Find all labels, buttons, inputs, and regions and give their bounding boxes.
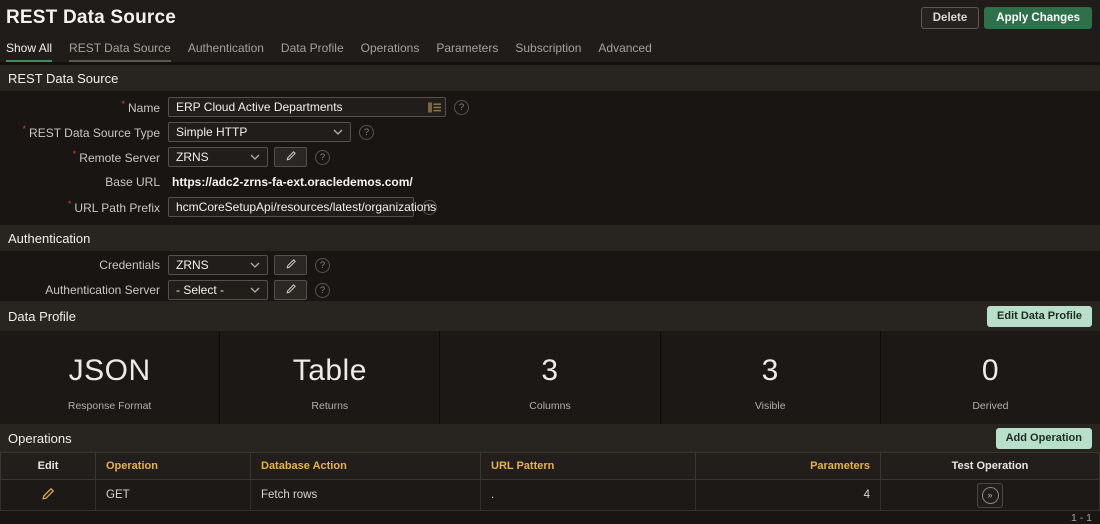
required-asterisk: *	[72, 149, 77, 159]
edit-auth-server-button[interactable]	[274, 280, 307, 300]
credentials-select[interactable]: ZRNS	[168, 255, 268, 275]
rest-section-title: REST Data Source	[8, 70, 119, 86]
parameters-cell: 4	[695, 479, 881, 511]
url-path-prefix-label: * URL Path Prefix	[67, 199, 160, 215]
required-asterisk: *	[121, 99, 125, 109]
help-icon[interactable]: ?	[315, 282, 330, 298]
credentials-label: Credentials	[99, 258, 160, 272]
chevron-down-icon	[250, 262, 260, 268]
source-type-field-row: * REST Data Source Type Simple HTTP ?	[0, 122, 1100, 142]
url-pattern-cell: .	[480, 479, 696, 511]
credentials-row: Credentials ZRNS ?	[0, 255, 1100, 275]
test-operation-button[interactable]: »	[977, 482, 1003, 508]
help-icon[interactable]: ?	[359, 124, 374, 140]
stat-response-format: JSON Response Format	[0, 331, 221, 424]
tab-advanced[interactable]: Advanced	[598, 41, 651, 62]
stat-returns: Table Returns	[220, 331, 441, 424]
col-header-database-action[interactable]: Database Action	[250, 452, 481, 480]
url-path-prefix-row: * URL Path Prefix hcmCoreSetupApi/resourc…	[0, 197, 1100, 217]
pagination-text: 1 - 1	[1070, 512, 1092, 524]
remote-server-field-row: * Remote Server ZRNS ?	[0, 147, 1100, 167]
quick-pick-list-icon	[428, 102, 441, 113]
col-header-parameters[interactable]: Parameters	[695, 452, 881, 480]
authentication-form: Credentials ZRNS ? Authentication Server…	[0, 251, 1100, 301]
edit-data-profile-button[interactable]: Edit Data Profile	[987, 305, 1092, 327]
edit-operation-pencil-icon[interactable]	[41, 487, 55, 501]
col-header-edit[interactable]: Edit	[0, 452, 96, 480]
tab-data-profile[interactable]: Data Profile	[281, 41, 344, 62]
source-type-select[interactable]: Simple HTTP	[168, 122, 351, 142]
remote-server-field-label: * Remote Server	[72, 149, 160, 165]
data-profile-section-title: Data Profile	[8, 308, 76, 324]
operations-table-footer: 1 - 1	[0, 511, 1100, 524]
operation-cell: GET	[95, 479, 251, 511]
name-input[interactable]: ERP Cloud Active Departments	[168, 97, 446, 117]
rest-section-form: * Name ERP Cloud Active Departments ? * RE…	[0, 91, 1100, 225]
run-icon: »	[981, 486, 999, 504]
section-tab-bar: Show All REST Data Source Authentication…	[0, 36, 1100, 62]
database-action-cell: Fetch rows	[250, 479, 481, 511]
top-bar-actions: Delete Apply Changes	[920, 7, 1094, 29]
edit-remote-server-button[interactable]	[274, 147, 307, 167]
help-icon[interactable]: ?	[315, 149, 330, 165]
help-icon[interactable]: ?	[315, 257, 330, 273]
auth-server-label: Authentication Server	[45, 283, 160, 297]
help-icon[interactable]: ?	[454, 99, 469, 115]
base-url-row: Base URL https://adc2-zrns-fa-ext.oracle…	[0, 172, 1100, 192]
tab-parameters[interactable]: Parameters	[436, 41, 498, 62]
required-asterisk: *	[22, 124, 27, 134]
auth-server-row: Authentication Server - Select - ?	[0, 280, 1100, 300]
rest-data-source-page: REST Data Source Delete Apply Changes Sh…	[0, 0, 1100, 524]
add-operation-button[interactable]: Add Operation	[995, 427, 1092, 449]
pencil-icon	[285, 283, 297, 298]
url-path-prefix-input[interactable]: hcmCoreSetupApi/resources/latest/organiz…	[168, 197, 436, 217]
operation-row: GET Fetch rows . 4 »	[0, 479, 1100, 511]
col-header-url-pattern[interactable]: URL Pattern	[480, 452, 696, 480]
delete-button[interactable]: Delete	[920, 7, 980, 29]
tab-show-all[interactable]: Show All	[6, 41, 53, 62]
pencil-icon	[285, 150, 297, 165]
tab-subscription[interactable]: Subscription	[515, 41, 581, 62]
tab-rest-data-source[interactable]: REST Data Source	[69, 41, 171, 62]
base-url-value: https://adc2-zrns-fa-ext.oracledemos.com…	[172, 175, 413, 189]
operations-table: Edit Operation Database Action URL Patte…	[0, 452, 1100, 511]
tab-operations[interactable]: Operations	[361, 41, 420, 62]
col-header-test-operation[interactable]: Test Operation	[880, 452, 1100, 480]
data-profile-stats: JSON Response Format Table Returns 3 Col…	[0, 331, 1100, 424]
base-url-label: Base URL	[105, 175, 160, 189]
apply-changes-button[interactable]: Apply Changes	[984, 7, 1092, 29]
name-field-row: * Name ERP Cloud Active Departments ?	[0, 97, 1100, 117]
tab-authentication[interactable]: Authentication	[188, 41, 264, 62]
authentication-section-header: Authentication	[0, 225, 1100, 251]
top-bar: REST Data Source Delete Apply Changes	[0, 0, 1100, 36]
col-header-operation[interactable]: Operation	[95, 452, 251, 480]
auth-server-select[interactable]: - Select -	[168, 280, 268, 300]
edit-credentials-button[interactable]	[274, 255, 307, 275]
stat-columns: 3 Columns	[440, 331, 661, 424]
chevron-down-icon	[250, 287, 260, 293]
name-field-label: * Name	[121, 99, 160, 115]
data-profile-section-header: Data Profile Edit Data Profile	[0, 301, 1100, 331]
page-title: REST Data Source	[6, 7, 177, 28]
stat-derived: 0 Derived	[972, 353, 1009, 413]
chevron-down-icon	[333, 129, 343, 135]
pencil-icon	[285, 258, 297, 273]
remote-server-select[interactable]: ZRNS	[168, 147, 268, 167]
chevron-down-icon	[250, 154, 260, 160]
source-type-field-label: * REST Data Source Type	[22, 124, 160, 140]
operations-section-header: Operations Add Operation	[0, 424, 1100, 452]
authentication-section-title: Authentication	[8, 230, 91, 246]
operations-table-header-row: Edit Operation Database Action URL Patte…	[0, 452, 1100, 480]
required-asterisk: *	[67, 199, 72, 209]
rest-section-header: REST Data Source	[0, 65, 1100, 91]
operations-section-title: Operations	[8, 430, 72, 446]
stat-visible: 3 Visible	[661, 331, 881, 424]
